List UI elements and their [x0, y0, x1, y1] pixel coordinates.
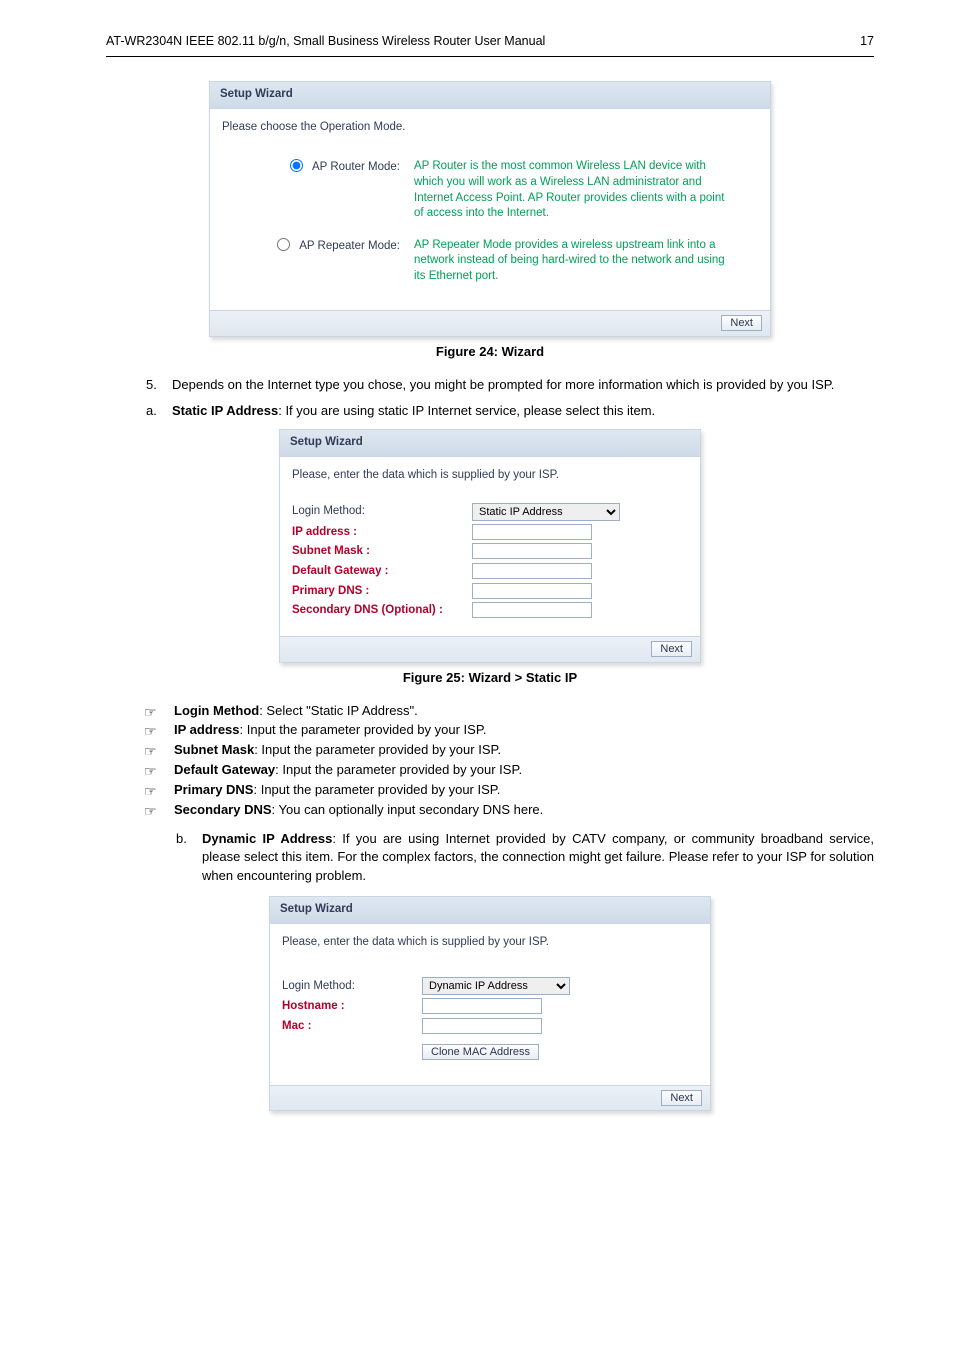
- panel-subtitle: Please, enter the data which is supplied…: [270, 924, 710, 955]
- ap-router-mode-radio-input[interactable]: [290, 159, 303, 172]
- list-item-b: Dynamic IP Address: If you are using Int…: [176, 830, 874, 887]
- setup-wizard-dynamicip-panel: Setup Wizard Please, enter the data whic…: [269, 896, 711, 1111]
- ap-repeater-mode-desc: AP Repeater Mode provides a wireless ups…: [414, 238, 758, 285]
- bullet-text: : Input the parameter provided by your I…: [240, 722, 487, 737]
- bullet-login-method: Login Method: Select "Static IP Address"…: [144, 702, 874, 721]
- hostname-input[interactable]: [422, 998, 542, 1014]
- ip-address-input[interactable]: [472, 524, 592, 540]
- next-button[interactable]: Next: [651, 641, 692, 657]
- mac-label: Mac :: [282, 1018, 422, 1035]
- figure25-caption-prefix: Figure 25:: [403, 670, 469, 685]
- next-button[interactable]: Next: [661, 1090, 702, 1106]
- bullet-ip-address: IP address: Input the parameter provided…: [144, 721, 874, 740]
- list-item-a-rest: : If you are using static IP Internet se…: [278, 403, 655, 418]
- panel-subtitle: Please choose the Operation Mode.: [210, 109, 770, 140]
- bullet-text: : Input the parameter provided by your I…: [254, 742, 501, 757]
- bullet-term: Secondary DNS: [174, 802, 272, 817]
- ip-address-label: IP address :: [292, 524, 472, 541]
- page-number: 17: [860, 32, 874, 50]
- next-button[interactable]: Next: [721, 315, 762, 331]
- subnet-mask-label: Subnet Mask :: [292, 543, 472, 560]
- ap-router-mode-desc: AP Router is the most common Wireless LA…: [414, 159, 758, 221]
- clone-mac-button[interactable]: Clone MAC Address: [422, 1044, 539, 1060]
- bullet-term: Primary DNS: [174, 782, 253, 797]
- default-gateway-label: Default Gateway :: [292, 563, 472, 580]
- panel-title: Setup Wizard: [270, 897, 710, 924]
- subnet-mask-input[interactable]: [472, 543, 592, 559]
- bullet-text: : Input the parameter provided by your I…: [253, 782, 500, 797]
- list-item-b-lead: Dynamic IP Address: [202, 831, 332, 846]
- login-method-label: Login Method:: [282, 978, 422, 995]
- login-method-label: Login Method:: [292, 503, 472, 520]
- list-item-a-lead: Static IP Address: [172, 403, 278, 418]
- login-method-select[interactable]: Dynamic IP Address: [422, 977, 570, 995]
- hostname-label: Hostname :: [282, 998, 422, 1015]
- ap-router-mode-label: AP Router Mode:: [312, 159, 400, 176]
- bullet-subnet-mask: Subnet Mask: Input the parameter provide…: [144, 741, 874, 760]
- bullet-secondary-dns: Secondary DNS: You can optionally input …: [144, 801, 874, 820]
- header-rule: [106, 56, 874, 57]
- setup-wizard-staticip-panel: Setup Wizard Please, enter the data whic…: [279, 429, 701, 662]
- primary-dns-input[interactable]: [472, 583, 592, 599]
- static-ip-bullets: Login Method: Select "Static IP Address"…: [144, 702, 874, 820]
- running-head: AT-WR2304N IEEE 802.11 b/g/n, Small Busi…: [106, 32, 545, 50]
- list-item-a: Static IP Address: If you are using stat…: [146, 402, 874, 421]
- panel-title: Setup Wizard: [210, 82, 770, 109]
- bullet-term: Login Method: [174, 703, 259, 718]
- mac-input[interactable]: [422, 1018, 542, 1034]
- setup-wizard-mode-panel: Setup Wizard Please choose the Operation…: [209, 81, 771, 337]
- ap-repeater-mode-label: AP Repeater Mode:: [299, 238, 400, 255]
- panel-subtitle: Please, enter the data which is supplied…: [280, 457, 700, 488]
- default-gateway-input[interactable]: [472, 563, 592, 579]
- bullet-term: Default Gateway: [174, 762, 275, 777]
- bullet-primary-dns: Primary DNS: Input the parameter provide…: [144, 781, 874, 800]
- bullet-text: : Input the parameter provided by your I…: [275, 762, 522, 777]
- ap-router-mode-radio[interactable]: AP Router Mode:: [222, 159, 414, 221]
- bullet-default-gw: Default Gateway: Input the parameter pro…: [144, 761, 874, 780]
- figure24-caption: Wizard: [502, 344, 545, 359]
- ap-repeater-mode-radio-input[interactable]: [277, 238, 290, 251]
- bullet-term: IP address: [174, 722, 240, 737]
- bullet-text: : You can optionally input secondary DNS…: [272, 802, 544, 817]
- primary-dns-label: Primary DNS :: [292, 583, 472, 600]
- bullet-text: : Select "Static IP Address".: [259, 703, 418, 718]
- panel-title: Setup Wizard: [280, 430, 700, 457]
- login-method-select[interactable]: Static IP Address: [472, 503, 620, 521]
- list-item-5: Depends on the Internet type you chose, …: [146, 376, 874, 395]
- figure25-caption: Wizard > Static IP: [469, 670, 578, 685]
- secondary-dns-label: Secondary DNS (Optional) :: [292, 602, 472, 619]
- bullet-term: Subnet Mask: [174, 742, 254, 757]
- ap-repeater-mode-radio[interactable]: AP Repeater Mode:: [222, 238, 414, 285]
- secondary-dns-input[interactable]: [472, 602, 592, 618]
- figure24-caption-prefix: Figure 24:: [436, 344, 502, 359]
